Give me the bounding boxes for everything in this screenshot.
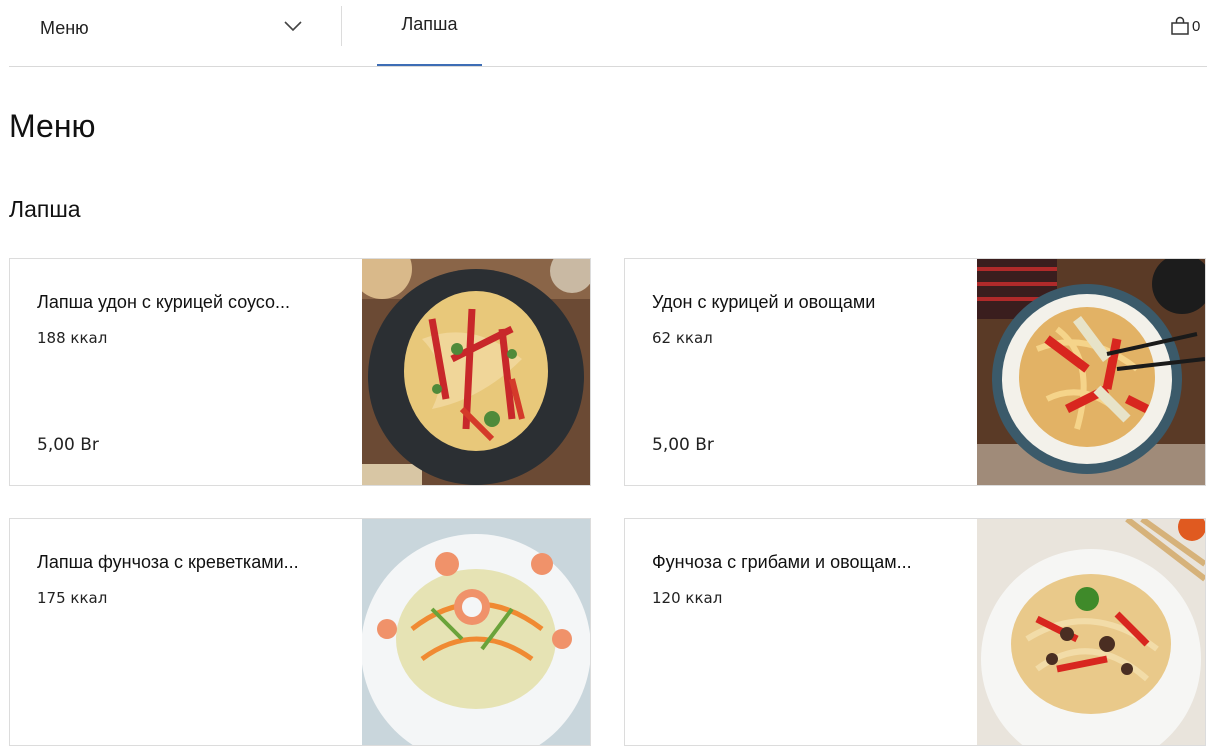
cart-count: 0 [1192, 17, 1201, 35]
tab-noodles[interactable]: Лапша [377, 0, 482, 67]
noodles-dark-plate-image [362, 259, 590, 485]
chevron-down-icon [284, 21, 302, 32]
product-price: 5,00 Br [37, 435, 99, 455]
product-calories: 188 ккал [37, 329, 108, 347]
product-name: Фунчоза с грибами и овощам... [652, 552, 912, 572]
funchoza-mushroom-image [977, 519, 1205, 745]
tab-label: Лапша [401, 14, 458, 34]
product-name: Удон с курицей и овощами [652, 292, 876, 312]
nav-divider [341, 6, 342, 46]
product-card[interactable]: Удон с курицей и овощами 62 ккал 5,00 Br [624, 258, 1206, 486]
product-card[interactable]: Лапша фунчоза с креветками... 175 ккал [9, 518, 591, 746]
header-divider [9, 66, 1207, 67]
cart-button[interactable]: 0 [1170, 16, 1200, 36]
product-card[interactable]: Фунчоза с грибами и овощам... 120 ккал [624, 518, 1206, 746]
page-title: Меню [9, 108, 96, 144]
top-navigation: Меню Лапша 0 [0, 0, 1208, 67]
funchoza-shrimp-image [362, 519, 590, 745]
menu-dropdown-label: Меню [40, 17, 89, 38]
product-name: Лапша фунчоза с креветками... [37, 552, 299, 572]
menu-dropdown[interactable]: Меню [40, 14, 306, 42]
product-calories: 175 ккал [37, 589, 108, 607]
product-calories: 120 ккал [652, 589, 723, 607]
product-calories: 62 ккал [652, 329, 713, 347]
shopping-bag-icon [1171, 16, 1189, 35]
section-title: Лапша [9, 196, 81, 222]
product-card[interactable]: Лапша удон с курицей соусо... 188 ккал 5… [9, 258, 591, 486]
product-name: Лапша удон с курицей соусо... [37, 292, 291, 312]
product-price: 5,00 Br [652, 435, 714, 455]
udon-bowl-image [977, 259, 1205, 485]
